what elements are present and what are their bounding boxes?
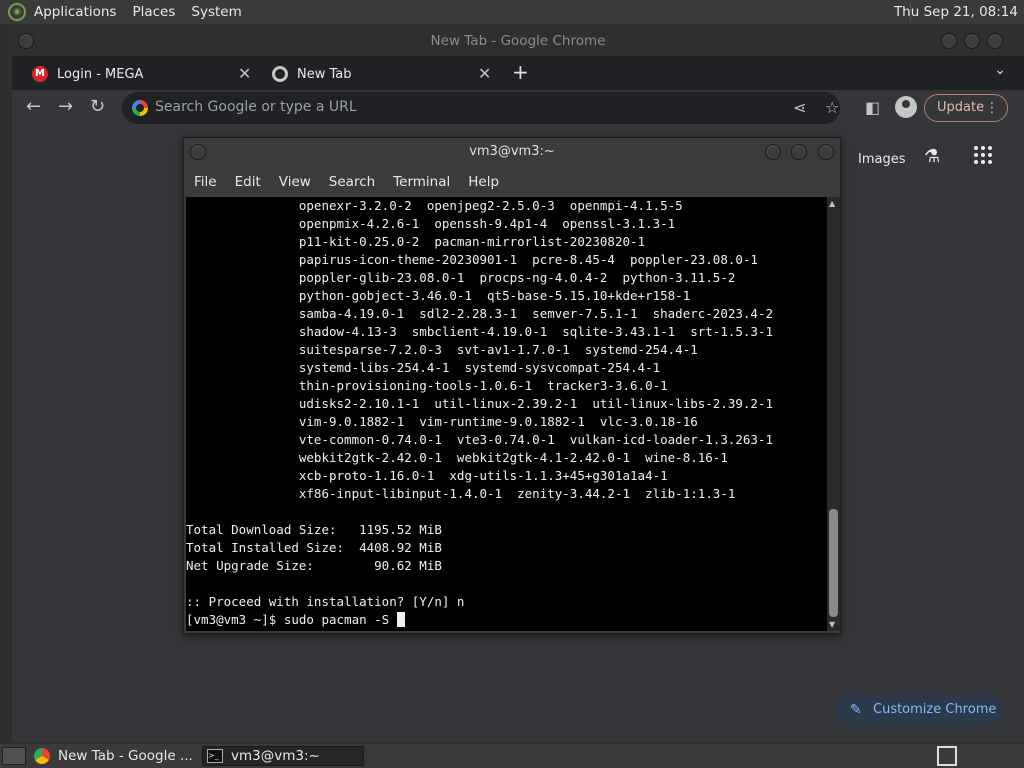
kebab-menu-icon[interactable]: ⋮ <box>985 95 999 121</box>
terminal-line: papirus-icon-theme-20230901-1 pcre-8.45-… <box>186 252 758 267</box>
chrome-toolbar: ← → ↻ Search Google or type a URL ⋖ ☆ ◧ … <box>12 90 1024 126</box>
back-arrow-icon[interactable]: ← <box>26 96 41 117</box>
menu-edit[interactable]: Edit <box>235 174 261 190</box>
terminal-line: openexr-3.2.0-2 openjpeg2-2.5.0-3 openmp… <box>186 198 683 213</box>
minimize-button[interactable] <box>765 144 781 160</box>
menu-view[interactable]: View <box>279 174 311 190</box>
terminal-menubar: File Edit View Search Terminal Help <box>184 168 840 196</box>
places-menu[interactable]: Places <box>132 4 175 20</box>
close-button[interactable] <box>818 144 834 160</box>
tab-search-chevron-icon[interactable]: ⌄ <box>994 62 1006 78</box>
terminal-line: poppler-glib-23.08.0-1 procps-ng-4.0.4-2… <box>186 270 736 285</box>
terminal-line: shadow-4.13-3 smbclient-4.19.0-1 sqlite-… <box>186 324 773 339</box>
terminal-titlebar[interactable]: vm3@vm3:~ <box>184 138 840 168</box>
update-button[interactable]: Update ⋮ <box>924 94 1008 122</box>
terminal-line: udisks2-2.10.1-1 util-linux-2.39.2-1 uti… <box>186 396 773 411</box>
text-cursor <box>396 612 405 627</box>
bottom-taskbar: New Tab - Google ... >_ vm3@vm3:~ <box>0 744 1024 768</box>
window-title: New Tab - Google Chrome <box>430 33 606 49</box>
tab-login-mega[interactable]: M Login - MEGA ✕ <box>32 58 258 90</box>
close-tab-icon[interactable]: ✕ <box>478 64 491 83</box>
terminal-icon: >_ <box>207 749 223 763</box>
google-apps-grid-icon[interactable] <box>974 146 992 164</box>
terminal-output[interactable]: openexr-3.2.0-2 openjpeg2-2.5.0-3 openmp… <box>186 197 827 631</box>
terminal-line: Total Installed Size: 4408.92 MiB <box>186 540 442 555</box>
terminal-line: Total Download Size: 1195.52 MiB <box>186 522 442 537</box>
tab-label: New Tab <box>297 66 352 82</box>
side-panel-icon[interactable]: ◧ <box>865 98 880 117</box>
scroll-down-arrow-icon[interactable]: ▼ <box>829 620 835 629</box>
omnibox[interactable]: Search Google or type a URL <box>122 92 840 124</box>
scrollbar-thumb[interactable] <box>829 509 838 617</box>
workspace-switcher-area[interactable] <box>962 746 1022 766</box>
close-tab-icon[interactable]: ✕ <box>238 64 251 83</box>
workspace-switcher[interactable] <box>937 746 957 766</box>
forward-arrow-icon[interactable]: → <box>58 96 73 117</box>
menu-file[interactable]: File <box>194 174 217 190</box>
update-label: Update <box>937 100 985 115</box>
profile-avatar-icon[interactable] <box>895 96 917 118</box>
scroll-up-arrow-icon[interactable]: ▲ <box>829 199 835 208</box>
terminal-line: Net Upgrade Size: 90.62 MiB <box>186 558 442 573</box>
top-panel: ◉ Applications Places System Thu Sep 21,… <box>0 0 1024 24</box>
tab-label: Login - MEGA <box>57 66 144 82</box>
tab-new-tab[interactable]: New Tab ✕ <box>272 58 498 90</box>
chrome-titlebar[interactable]: New Tab - Google Chrome <box>12 26 1024 56</box>
terminal-line: :: Proceed with installation? [Y/n] n <box>186 594 465 609</box>
desktop: ◉ Applications Places System Thu Sep 21,… <box>0 0 1024 768</box>
distro-logo-icon[interactable]: ◉ <box>8 3 26 21</box>
terminal-window: vm3@vm3:~ File Edit View Search Terminal… <box>183 137 841 634</box>
system-menu[interactable]: System <box>191 4 241 20</box>
customize-chrome-button[interactable]: ✎ Customize Chrome <box>835 694 1001 726</box>
terminal-line: webkit2gtk-2.42.0-1 webkit2gtk-4.1-2.42.… <box>186 450 728 465</box>
pencil-icon: ✎ <box>850 702 862 718</box>
share-icon[interactable]: ⋖ <box>793 98 806 117</box>
menu-help[interactable]: Help <box>468 174 499 190</box>
terminal-line: xf86-input-libinput-1.4.0-1 zenity-3.44.… <box>186 486 736 501</box>
terminal-line: vim-9.0.1882-1 vim-runtime-9.0.1882-1 vl… <box>186 414 698 429</box>
minimize-button[interactable] <box>941 33 957 49</box>
maximize-button[interactable] <box>964 33 980 49</box>
show-desktop-icon[interactable] <box>2 747 26 765</box>
window-menu-button[interactable] <box>18 33 34 49</box>
chrome-icon <box>272 66 288 82</box>
menu-search[interactable]: Search <box>329 174 375 190</box>
maximize-button[interactable] <box>791 144 807 160</box>
google-g-icon <box>132 100 148 116</box>
mega-icon: M <box>32 66 48 82</box>
terminal-line: xcb-proto-1.16.0-1 xdg-utils-1.1.3+45+g3… <box>186 468 668 483</box>
terminal-title: vm3@vm3:~ <box>469 144 555 159</box>
terminal-line: p11-kit-0.25.0-2 pacman-mirrorlist-20230… <box>186 234 646 249</box>
customize-label: Customize Chrome <box>873 702 997 717</box>
reload-icon[interactable]: ↻ <box>90 96 105 117</box>
terminal-prompt: [vm3@vm3 ~]$ sudo pacman -S <box>186 612 397 627</box>
terminal-line: vte-common-0.74.0-1 vte3-0.74.0-1 vulkan… <box>186 432 773 447</box>
terminal-line: python-gobject-3.46.0-1 qt5-base-5.15.10… <box>186 288 691 303</box>
close-button[interactable] <box>987 33 1003 49</box>
window-menu-button[interactable] <box>190 144 206 160</box>
terminal-line: samba-4.19.0-1 sdl2-2.28.3-1 semver-7.5.… <box>186 306 773 321</box>
labs-flask-icon[interactable]: ⚗ <box>924 146 940 167</box>
taskbar-item-label: vm3@vm3:~ <box>231 748 320 764</box>
terminal-prompt-line[interactable]: [vm3@vm3 ~]$ sudo pacman -S <box>186 611 827 629</box>
terminal-line: systemd-libs-254.4-1 systemd-sysvcompat-… <box>186 360 661 375</box>
applications-menu[interactable]: Applications <box>34 4 116 20</box>
terminal-scrollbar[interactable]: ▲ ▼ <box>827 197 840 631</box>
ntp-images-link[interactable]: Images <box>858 152 906 167</box>
terminal-line: suitesparse-7.2.0-3 svt-av1-1.7.0-1 syst… <box>186 342 698 357</box>
tab-strip: M Login - MEGA ✕ New Tab ✕ + ⌄ <box>12 56 1024 90</box>
bookmark-star-icon[interactable]: ☆ <box>825 98 839 117</box>
new-tab-plus-icon[interactable]: + <box>512 60 529 84</box>
terminal-line: thin-provisioning-tools-1.0.6-1 tracker3… <box>186 378 668 393</box>
chrome-icon <box>34 748 50 764</box>
taskbar-item-chrome[interactable]: New Tab - Google ... <box>34 746 196 766</box>
taskbar-item-terminal[interactable]: >_ vm3@vm3:~ <box>202 746 364 766</box>
omnibox-placeholder: Search Google or type a URL <box>155 99 357 115</box>
clock[interactable]: Thu Sep 21, 08:14 <box>894 4 1018 20</box>
taskbar-item-label: New Tab - Google ... <box>58 748 193 764</box>
menu-terminal[interactable]: Terminal <box>393 174 450 190</box>
terminal-line: openpmix-4.2.6-1 openssh-9.4p1-4 openssl… <box>186 216 676 231</box>
